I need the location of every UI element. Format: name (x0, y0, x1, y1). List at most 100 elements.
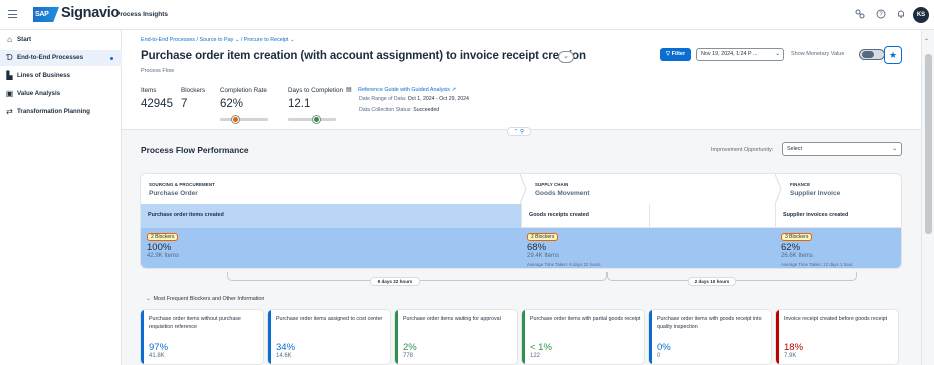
card-text: Purchase order items waiting for approva… (403, 316, 501, 322)
building-icon: ▙ (6, 71, 13, 80)
sidebar: ⌂ Start Ɗ End-to-End Processes ▙ Lines o… (0, 30, 122, 365)
step-header[interactable]: Purchase order items created (141, 204, 521, 228)
card-count: 41.8K (149, 353, 165, 359)
card-accent (649, 310, 652, 364)
sidebar-item-label: Lines of Business (17, 72, 70, 79)
blocker-card[interactable]: Purchase order items assigned to cost ce… (267, 309, 391, 365)
blocker-card[interactable]: Purchase order items waiting for approva… (394, 309, 518, 365)
card-text: Purchase order items without purchase re… (149, 316, 241, 330)
page-title: Purchase order item creation (with accou… (141, 50, 586, 62)
duration-label: 9 days 22 hours (370, 277, 420, 286)
process-flow-chart: SOURCING & PROCUREMENT Purchase Order SU… (140, 173, 902, 269)
completion-rate-bar (220, 115, 268, 123)
category-name: Goods Movement (535, 190, 590, 197)
money-bills-icon: ▣ (5, 89, 14, 98)
card-percent: 18% (784, 342, 804, 353)
breadcrumb-link[interactable]: Source to Pay (199, 37, 233, 43)
section-title: Process Flow Performance (141, 145, 249, 155)
card-accent (522, 310, 525, 364)
card-count: 0 (657, 353, 661, 359)
star-icon: ★ (888, 50, 898, 60)
kpi-days-to-completion: Days to Completion 12.1 (288, 87, 343, 110)
blocker-card[interactable]: Purchase order items without purchase re… (140, 309, 264, 365)
blockers-badge[interactable]: 2 Blockers (147, 233, 179, 241)
improvement-opportunity-select[interactable]: Select ⌄ (782, 142, 902, 156)
menu-icon[interactable] (8, 10, 17, 19)
completion-rate-marker (231, 115, 239, 123)
breadcrumb-link[interactable]: End-to-End Processes (141, 37, 195, 43)
collection-status-info: Data Collection Status: Succeeded (359, 107, 440, 113)
chevron-down-icon[interactable]: ⌄ (290, 37, 295, 43)
blocker-card[interactable]: Invoice receipt created before goods rec… (775, 309, 899, 365)
kpi-completion-rate: Completion Rate 62% (220, 87, 267, 110)
step-items: 26.6K Items (781, 253, 814, 259)
sidebar-item-end-to-end-processes[interactable]: Ɗ End-to-End Processes (0, 50, 122, 66)
object-page-header: End-to-End Processes / Source to Pay ⌄ /… (122, 30, 921, 136)
category-name: Supplier Invoice (790, 190, 841, 197)
step-items: 29.4K Items (527, 253, 560, 259)
sap-logo: SAP (33, 7, 59, 22)
days-to-completion-marker (313, 115, 321, 123)
help-icon[interactable]: ? (875, 9, 886, 20)
chevron-up-icon[interactable]: ⌃ (924, 38, 929, 45)
date-select[interactable]: Nov 19, 2024, 1:24 P ... ⌄ (696, 48, 784, 61)
sidebar-item-value-analysis[interactable]: ▣ Value Analysis (0, 86, 122, 102)
filter-button[interactable]: ▽ Filter (660, 48, 691, 61)
title-dropdown-button[interactable]: ⌄ (558, 51, 574, 63)
kpi-items: Items 42945 (141, 87, 173, 110)
breadcrumb-link[interactable]: Procure to Receipt (244, 37, 289, 43)
sidebar-item-label: Transformation Planning (17, 108, 90, 115)
sidebar-item-lines-of-business[interactable]: ▙ Lines of Business (0, 68, 122, 84)
blocker-card[interactable]: Purchase order items with partial goods … (521, 309, 645, 365)
step-average-time: Average Time Taken: 9 days 22 hours (527, 262, 601, 267)
step-header[interactable]: Goods receipts created (521, 204, 649, 228)
blockers-badge[interactable]: 3 Blockers (781, 233, 813, 241)
card-percent: 34% (276, 342, 296, 353)
e2e-process-icon: Ɗ (6, 53, 13, 62)
blockers-badge[interactable]: 2 Blockers (527, 233, 559, 241)
external-link-icon: ↗ (450, 87, 457, 93)
category-area: SOURCING & PROCUREMENT (149, 182, 215, 187)
days-to-completion-bar (288, 115, 336, 123)
vertical-scrollbar[interactable]: ⌃ (921, 30, 934, 365)
kpi-label: Completion Rate (220, 87, 267, 94)
kpi-value: 12.1 (288, 98, 311, 110)
sidebar-item-transformation-planning[interactable]: ⇄ Transformation Planning (0, 104, 122, 120)
blocker-cards: Purchase order items without purchase re… (140, 309, 900, 365)
chevron-down-icon: ⌄ (563, 53, 569, 60)
card-count: 7.9K (784, 353, 797, 359)
kpi-value: 7 (181, 98, 188, 110)
category-goods-movement: SUPPLY CHAIN Goods Movement (527, 174, 777, 204)
blockers-info-toggle[interactable]: ⌄ Most Frequent Blockers and Other Inform… (146, 296, 264, 302)
transformation-icon: ⇄ (6, 107, 13, 116)
scrollbar-thumb[interactable] (925, 54, 932, 234)
avatar[interactable]: KS (913, 7, 929, 23)
card-accent (395, 310, 398, 364)
product-title: Process Insights (116, 11, 169, 18)
share-icon[interactable] (854, 9, 865, 20)
monetary-value-toggle[interactable] (859, 49, 885, 60)
step-header[interactable]: Supplier invoices created (775, 204, 901, 228)
kpi-blockers: Blockers 7 (181, 87, 205, 110)
app-window: SAP Signavio Process Insights ? KS ⌂ Sta… (0, 0, 934, 365)
sidebar-item-label: Start (17, 36, 32, 43)
page-subtitle: Process Flow (141, 68, 175, 74)
favorite-button[interactable]: ★ (884, 46, 902, 64)
date-range-info: Date Range of Data: Oct 1, 2024 - Oct 29… (359, 96, 469, 102)
category-name: Purchase Order (149, 190, 198, 197)
sidebar-item-start[interactable]: ⌂ Start (0, 32, 122, 48)
blocker-card[interactable]: Purchase order items with goods receipt … (648, 309, 772, 365)
card-text: Purchase order items with partial goods … (530, 316, 641, 322)
notification-icon[interactable] (895, 9, 906, 20)
kpi-label: Blockers (181, 87, 206, 94)
card-count: 14.6K (276, 353, 292, 359)
category-area: SUPPLY CHAIN (535, 182, 569, 187)
main-content: Process Flow Performance Improvement Opp… (122, 131, 921, 365)
category-area: FINANCE (790, 182, 811, 187)
active-indicator (110, 57, 113, 60)
toggle-knob (862, 51, 874, 58)
step-volume-bar[interactable] (141, 228, 521, 268)
kpi-label: Days to Completion (288, 87, 343, 94)
chevron-down-icon: ⌄ (146, 296, 151, 302)
reference-guide-link[interactable]: Reference Guide with Guided Analysis ↗ (358, 87, 456, 93)
